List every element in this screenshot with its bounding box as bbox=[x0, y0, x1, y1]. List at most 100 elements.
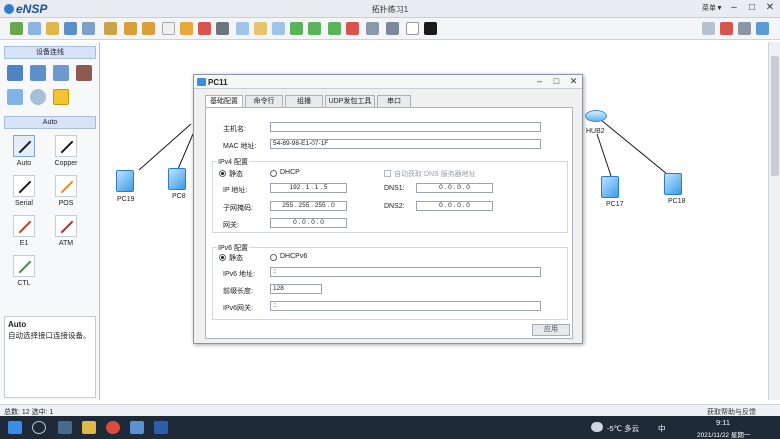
canvas-scrollbar[interactable] bbox=[768, 42, 780, 400]
router-icon[interactable] bbox=[7, 65, 23, 81]
cable-serial-icon bbox=[18, 180, 32, 194]
file-explorer-icon[interactable] bbox=[82, 421, 96, 434]
ip-address-field[interactable]: 192 . 1 . 1 . 5 bbox=[270, 183, 347, 193]
ensp-taskbar-icon[interactable] bbox=[130, 421, 144, 434]
search-icon[interactable] bbox=[32, 421, 46, 434]
conn-pos-button[interactable] bbox=[55, 175, 77, 197]
weather-icon[interactable] bbox=[591, 422, 603, 432]
delete-all-icon[interactable] bbox=[216, 22, 229, 35]
word-icon[interactable] bbox=[154, 421, 168, 434]
ipv4-static-radio[interactable] bbox=[219, 170, 226, 177]
zoom-out-icon[interactable] bbox=[308, 22, 321, 35]
windows-start-icon[interactable] bbox=[8, 421, 22, 434]
conn-e1-button[interactable] bbox=[13, 215, 35, 237]
pointer-icon[interactable] bbox=[162, 22, 175, 35]
maximize-icon[interactable]: □ bbox=[744, 1, 760, 15]
mac-address-field[interactable]: 54-89-98-E1-07-1F bbox=[270, 139, 541, 149]
conn-ctl-button[interactable] bbox=[13, 255, 35, 277]
pc8-icon[interactable] bbox=[168, 168, 186, 190]
text-icon[interactable] bbox=[236, 22, 249, 35]
minimize-icon[interactable]: – bbox=[726, 1, 742, 15]
wlan-icon[interactable] bbox=[53, 65, 69, 81]
dialog-close-icon[interactable]: ✕ bbox=[566, 76, 581, 87]
dialog-minimize-icon[interactable]: – bbox=[532, 76, 547, 87]
clock-time[interactable]: 9:11 bbox=[716, 418, 730, 427]
main-menu-button[interactable]: 菜单▼ bbox=[702, 3, 723, 13]
capture-icon[interactable] bbox=[366, 22, 379, 35]
rectangle-icon[interactable] bbox=[254, 22, 267, 35]
chrome-icon[interactable] bbox=[106, 421, 120, 434]
task-view-icon[interactable] bbox=[58, 421, 72, 434]
new-topology-icon[interactable] bbox=[10, 22, 23, 35]
ipv6-dhcpv6-radio[interactable] bbox=[270, 254, 277, 261]
zoom-in-icon[interactable] bbox=[290, 22, 303, 35]
ipv6-gateway-field[interactable]: :: bbox=[270, 301, 541, 311]
ipv6-address-field[interactable]: :: bbox=[270, 267, 541, 277]
ime-indicator[interactable]: 中 bbox=[658, 423, 666, 434]
start-device-icon[interactable] bbox=[328, 22, 341, 35]
ipv4-dhcp-radio[interactable] bbox=[270, 170, 277, 177]
clock-date[interactable]: 2021/11/22 星期一 bbox=[697, 429, 750, 439]
conn-copper-button[interactable] bbox=[55, 135, 77, 157]
ipv4-dhcp-label: DHCP bbox=[280, 169, 300, 176]
palette-icon[interactable] bbox=[272, 22, 285, 35]
hub2-icon[interactable] bbox=[585, 110, 607, 122]
pc-device-icon[interactable] bbox=[7, 89, 23, 105]
apply-button[interactable]: 应用 bbox=[532, 324, 570, 336]
cable-auto-icon bbox=[18, 140, 32, 154]
switch-icon[interactable] bbox=[30, 65, 46, 81]
delete-icon[interactable] bbox=[198, 22, 211, 35]
pc17-label: PC17 bbox=[606, 201, 624, 208]
huawei-icon[interactable] bbox=[720, 22, 733, 35]
hand-icon[interactable] bbox=[180, 22, 193, 35]
pc19-icon[interactable] bbox=[116, 170, 134, 192]
link-pc17[interactable] bbox=[596, 133, 612, 177]
settings-icon[interactable] bbox=[738, 22, 751, 35]
hostname-label: 主机名: bbox=[223, 126, 246, 133]
dns1-field[interactable]: 0 . 0 . 0 . 0 bbox=[416, 183, 493, 193]
save-as-icon[interactable] bbox=[82, 22, 95, 35]
tab-multicast[interactable]: 组播 bbox=[285, 95, 323, 107]
pc18-icon[interactable] bbox=[664, 173, 682, 195]
tab-serial-port[interactable]: 串口 bbox=[377, 95, 411, 107]
open-folder-icon[interactable] bbox=[46, 22, 59, 35]
description-text: 自动选择接口连接设备。 bbox=[8, 331, 91, 340]
save-icon[interactable] bbox=[64, 22, 77, 35]
close-icon[interactable]: ✕ bbox=[762, 1, 778, 15]
window-title: 拓扑练习1 bbox=[371, 5, 409, 14]
ipv6-static-radio[interactable] bbox=[219, 254, 226, 261]
dns2-field[interactable]: 0 . 0 . 0 . 0 bbox=[416, 201, 493, 211]
firewall-icon[interactable] bbox=[76, 65, 92, 81]
redo-icon[interactable] bbox=[142, 22, 155, 35]
new-file-icon[interactable] bbox=[28, 22, 41, 35]
conn-serial-button[interactable] bbox=[13, 175, 35, 197]
terminal-icon[interactable] bbox=[424, 22, 437, 35]
chat-icon[interactable] bbox=[702, 22, 715, 35]
prefix-length-field[interactable]: 128 bbox=[270, 284, 322, 294]
pc17-icon[interactable] bbox=[601, 176, 619, 198]
cloud-icon[interactable] bbox=[30, 89, 46, 105]
hostname-input[interactable] bbox=[270, 122, 541, 132]
dialog-title-bar[interactable]: PC11 – □ ✕ bbox=[194, 75, 582, 89]
gateway-field[interactable]: 0 . 0 . 0 . 0 bbox=[270, 218, 347, 228]
scrollbar-thumb[interactable] bbox=[771, 56, 779, 176]
print-icon[interactable] bbox=[104, 22, 117, 35]
tab-udp-tool[interactable]: UDP发包工具 bbox=[325, 95, 375, 107]
auto-dns-checkbox[interactable] bbox=[384, 170, 391, 177]
link-pc18[interactable] bbox=[600, 119, 668, 175]
undo-icon[interactable] bbox=[124, 22, 137, 35]
help-icon[interactable] bbox=[756, 22, 769, 35]
dialog-maximize-icon[interactable]: □ bbox=[549, 76, 564, 87]
conn-auto-button[interactable] bbox=[13, 135, 35, 157]
link-pc19[interactable] bbox=[138, 123, 192, 171]
stop-device-icon[interactable] bbox=[346, 22, 359, 35]
subnet-mask-field[interactable]: 255 . 255 . 255 . 0 bbox=[270, 201, 347, 211]
ipv6-group-title: IPv6 配置 bbox=[217, 243, 249, 253]
tab-command-line[interactable]: 命令行 bbox=[245, 95, 283, 107]
conn-e1-label: E1 bbox=[19, 240, 29, 247]
cable-ctl-icon bbox=[18, 260, 32, 274]
conn-atm-button[interactable] bbox=[55, 215, 77, 237]
grid-icon[interactable] bbox=[386, 22, 399, 35]
connection-lightning-icon[interactable] bbox=[53, 89, 69, 105]
topology-icon[interactable] bbox=[406, 22, 419, 35]
